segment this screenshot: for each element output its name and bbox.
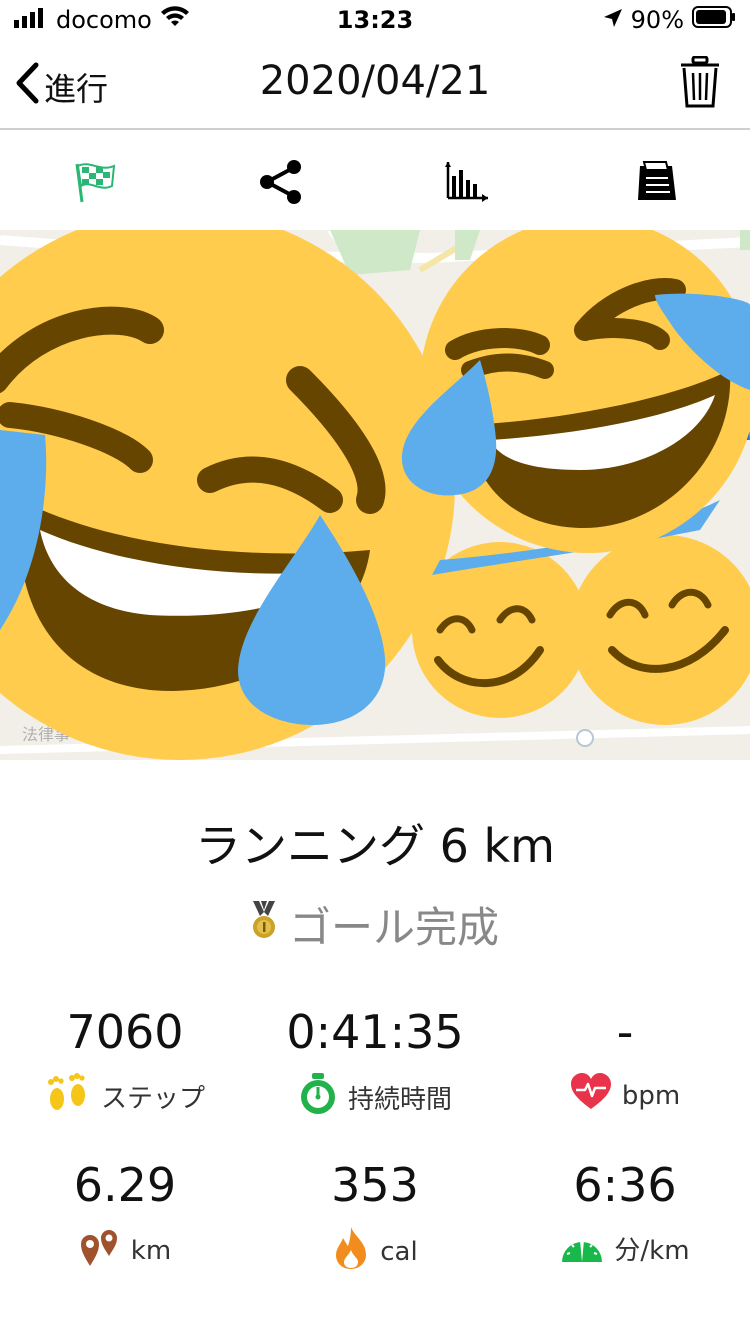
- battery-percent: 90%: [630, 6, 684, 34]
- trash-icon: [680, 55, 720, 112]
- stat-calories: 353 cal: [250, 1158, 500, 1277]
- calories-value: 353: [331, 1158, 419, 1212]
- checkered-flag-icon: [72, 163, 120, 210]
- bar-chart-icon: [444, 162, 492, 210]
- report-button[interactable]: [632, 158, 680, 206]
- heart-rate-icon: [570, 1073, 612, 1118]
- share-button[interactable]: [257, 158, 305, 206]
- nav-bar: 進行 2020/04/21: [0, 40, 750, 130]
- delete-button[interactable]: [680, 55, 720, 112]
- battery-icon: [692, 6, 736, 34]
- receipt-icon: [632, 161, 680, 210]
- map-pins-icon: [79, 1226, 121, 1275]
- location-arrow-icon: [603, 6, 623, 34]
- flame-icon: [332, 1226, 370, 1277]
- heart-rate-label: bpm: [621, 1080, 681, 1111]
- stat-duration: 0:41:35 持続時間: [250, 1005, 500, 1122]
- goal-text: ゴール完成: [288, 903, 499, 952]
- goal-status: ゴール完成: [0, 894, 750, 955]
- stat-pace: 6:36 分/km: [500, 1158, 750, 1271]
- footprints-icon: [45, 1073, 91, 1120]
- page-title: 2020/04/21: [259, 58, 491, 104]
- steps-value: 7060: [66, 1005, 184, 1059]
- calories-label: cal: [380, 1236, 418, 1267]
- finish-flag-button[interactable]: [72, 158, 120, 206]
- activity-title: ランニング 6 km: [195, 819, 555, 873]
- heart-rate-value: -: [616, 1005, 634, 1059]
- stat-steps: 7060 ステップ: [0, 1005, 250, 1120]
- stats-chart-button[interactable]: [444, 158, 492, 206]
- status-bar: docomo 13:23 90%: [0, 0, 750, 40]
- distance-value: 6.29: [73, 1158, 177, 1212]
- stopwatch-icon: [298, 1073, 338, 1122]
- medal-icon: [251, 900, 277, 950]
- steps-label: ステップ: [100, 1084, 205, 1114]
- route-map[interactable]: 法律事: [0, 230, 750, 760]
- duration-label: 持続時間: [347, 1085, 452, 1115]
- share-icon: [257, 160, 305, 210]
- toolbar: [0, 130, 750, 230]
- distance-label: km: [130, 1235, 172, 1266]
- stat-distance: 6.29 km: [0, 1158, 250, 1275]
- pace-value: 6:36: [573, 1158, 677, 1212]
- duration-value: 0:41:35: [286, 1005, 464, 1059]
- activity-summary: ランニング 6 km ゴール完成: [0, 810, 750, 955]
- stat-heart-rate: - bpm: [500, 1005, 750, 1118]
- map-canvas: 法律事: [0, 230, 750, 760]
- pace-label: 分/km: [614, 1236, 690, 1266]
- speedometer-icon: [560, 1226, 604, 1271]
